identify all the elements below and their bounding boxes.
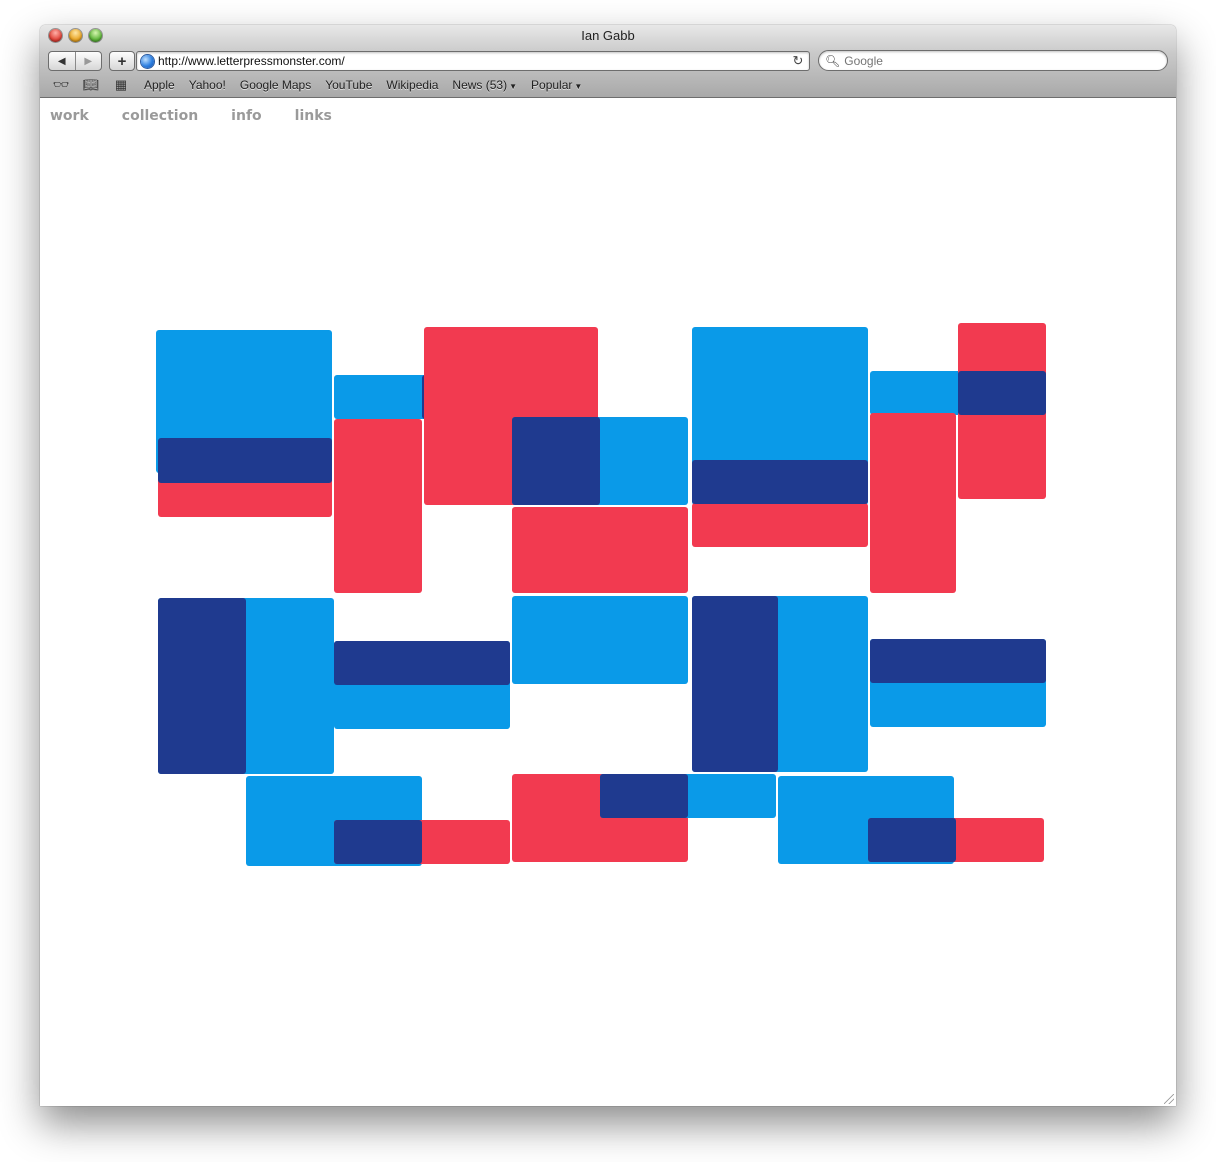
site-navigation: work collection info links [50, 108, 365, 124]
resize-grip[interactable] [1164, 1094, 1174, 1104]
search-input[interactable] [844, 53, 1145, 68]
book-icon[interactable]: 📖︎ [82, 77, 100, 93]
search-field[interactable]: 🔍︎ [818, 50, 1168, 71]
page-content: work collection info links [40, 98, 1176, 1106]
url-text[interactable]: http://www.letterpressmonster.com/ [158, 54, 790, 68]
print-block-navy [512, 417, 600, 505]
nav-collection[interactable]: collection [122, 108, 198, 124]
forward-button[interactable]: ▶ [74, 52, 102, 70]
print-block-navy [334, 641, 510, 685]
add-bookmark-button[interactable]: + [109, 51, 135, 71]
bookmark-popular[interactable]: Popular ▼ [531, 78, 582, 92]
nav-info[interactable]: info [231, 108, 261, 124]
print-block-navy [692, 460, 868, 504]
print-block-navy [600, 774, 688, 818]
address-bar[interactable]: http://www.letterpressmonster.com/ ↻ [136, 51, 810, 71]
bookmark-youtube[interactable]: YouTube [325, 78, 372, 92]
reload-icon[interactable]: ↻ [790, 53, 806, 69]
window-title: Ian Gabb [581, 28, 635, 43]
reading-glasses-icon[interactable]: 👓︎ [52, 77, 70, 93]
chevron-down-icon: ▼ [574, 82, 583, 91]
title-bar: Ian Gabb ◀ ▶ + http://www.letterpressmon… [40, 25, 1176, 98]
letterpress-artwork[interactable] [152, 323, 1052, 871]
print-block-red [512, 507, 688, 593]
print-block-navy [868, 818, 956, 862]
bookmark-popular-label: Popular [531, 78, 573, 92]
print-block-navy [334, 820, 422, 864]
bookmark-google-maps[interactable]: Google Maps [240, 78, 311, 92]
grid-icon[interactable]: ▦ [112, 77, 130, 93]
print-block-red [870, 413, 956, 593]
back-button[interactable]: ◀ [49, 52, 75, 70]
print-block-navy [158, 598, 246, 774]
globe-icon [141, 54, 154, 68]
print-block-navy [158, 438, 332, 483]
print-block-navy [870, 639, 1046, 683]
nav-work[interactable]: work [50, 108, 89, 124]
browser-window: Ian Gabb ◀ ▶ + http://www.letterpressmon… [40, 25, 1176, 1106]
nav-links[interactable]: links [295, 108, 332, 124]
bookmark-apple[interactable]: Apple [144, 78, 175, 92]
bookmark-yahoo[interactable]: Yahoo! [189, 78, 226, 92]
bookmark-wikipedia[interactable]: Wikipedia [386, 78, 438, 92]
print-block-cyan [512, 596, 688, 684]
history-buttons: ◀ ▶ [48, 51, 102, 71]
print-block-red [334, 419, 422, 593]
print-block-navy [692, 596, 778, 772]
bookmarks-bar: 👓︎ 📖︎ ▦ Apple Yahoo! Google Maps YouTube… [40, 75, 1176, 95]
print-block-navy [958, 371, 1046, 415]
bookmark-news-label: News (53) [452, 78, 508, 92]
print-block-red [692, 503, 868, 547]
bookmark-news[interactable]: News (53) ▼ [452, 78, 517, 92]
chevron-down-icon: ▼ [509, 82, 518, 91]
search-icon[interactable]: 🔍︎ [825, 54, 840, 68]
